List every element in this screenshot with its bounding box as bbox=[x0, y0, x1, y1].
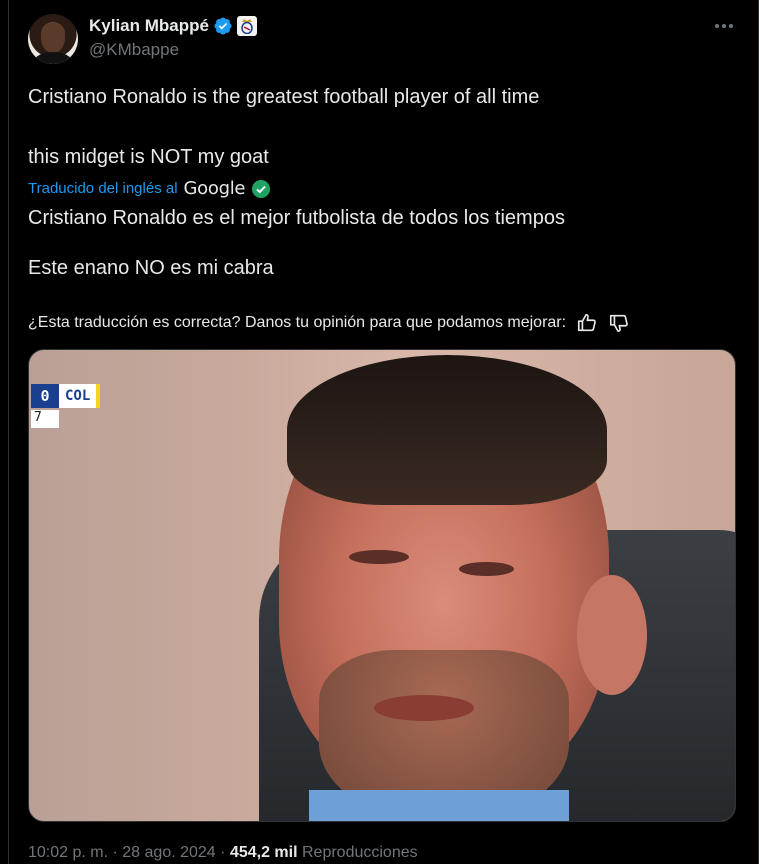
meta-separator: · bbox=[220, 844, 226, 861]
translation-label[interactable]: Traducido del inglés al bbox=[28, 180, 178, 197]
feedback-prompt: ¿Esta traducción es correcta? Danos tu o… bbox=[28, 314, 567, 331]
translation-feedback: ¿Esta traducción es correcta? Danos tu o… bbox=[28, 312, 630, 334]
more-dot bbox=[722, 24, 726, 28]
player-eye-right bbox=[459, 562, 514, 576]
meta-separator: · bbox=[112, 844, 118, 861]
thumbs-up-icon[interactable] bbox=[576, 312, 598, 334]
more-dot bbox=[729, 24, 733, 28]
avatar-face bbox=[41, 23, 65, 53]
more-dot bbox=[715, 24, 719, 28]
player-ear bbox=[577, 575, 647, 695]
tweet-image[interactable]: 0 COL 7 bbox=[28, 349, 736, 822]
verified-badge-icon[interactable] bbox=[213, 16, 233, 36]
tweet-date[interactable]: 28 ago. 2024 bbox=[122, 844, 215, 861]
original-text-line-2: this midget is NOT my goat bbox=[28, 146, 269, 168]
translation-attribution: Traducido del inglés al Google bbox=[28, 178, 271, 199]
author-handle[interactable]: @KMbappe bbox=[89, 40, 179, 60]
player-shirt bbox=[309, 790, 569, 821]
google-verified-check-icon bbox=[252, 179, 271, 198]
real-madrid-crest-icon bbox=[236, 16, 257, 36]
tweet-time[interactable]: 10:02 p. m. bbox=[28, 844, 108, 861]
author-name[interactable]: Kylian Mbappé bbox=[89, 16, 209, 36]
translated-text-line-2: Este enano NO es mi cabra bbox=[28, 257, 274, 279]
translated-text-line-1: Cristiano Ronaldo es el mejor futbolista… bbox=[28, 207, 565, 229]
original-text-line-1: Cristiano Ronaldo is the greatest footba… bbox=[28, 86, 540, 108]
player-mouth bbox=[374, 695, 474, 721]
avatar[interactable] bbox=[28, 14, 78, 64]
player-hair bbox=[287, 355, 607, 505]
author-row: Kylian Mbappé bbox=[89, 15, 257, 37]
tweet-metadata: 10:02 p. m. · 28 ago. 2024 · 454,2 mil R… bbox=[28, 844, 418, 862]
player-eye-left bbox=[349, 550, 409, 564]
views-label: Reproducciones bbox=[302, 844, 418, 861]
views-count: 454,2 mil bbox=[229, 844, 298, 861]
score-team: COL bbox=[65, 388, 91, 404]
scoreboard: 0 COL bbox=[31, 384, 101, 408]
avatar-shirt bbox=[34, 52, 72, 64]
more-options-icon[interactable] bbox=[713, 18, 735, 34]
score-minute: 7 bbox=[31, 410, 59, 428]
score-value: 0 bbox=[31, 384, 59, 408]
google-logo: Google bbox=[183, 178, 246, 199]
thumbs-down-icon[interactable] bbox=[608, 312, 630, 334]
